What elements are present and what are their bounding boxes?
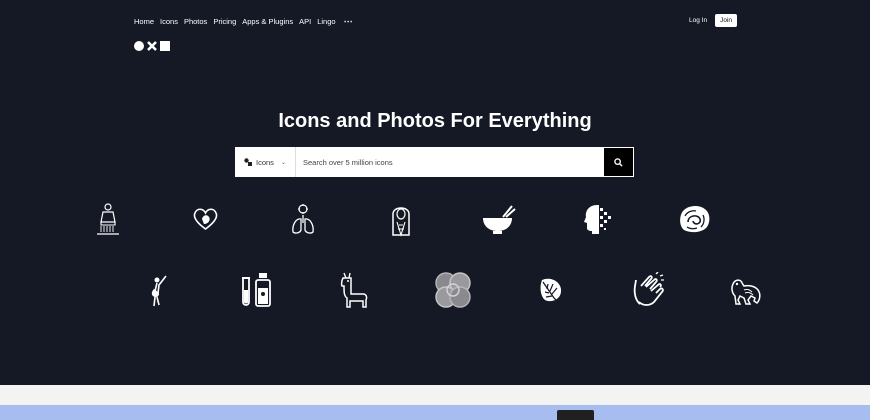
lungs-virus-icon[interactable] [290,203,316,241]
logo[interactable] [134,41,170,51]
nav-photos[interactable]: Photos [184,17,207,26]
nav-lingo[interactable]: Lingo [317,17,335,26]
brain-swirl-icon[interactable] [678,204,711,240]
cookie-accept-button[interactable] [557,410,594,420]
ai-head-icon[interactable] [583,203,613,240]
search-icon [614,157,623,167]
logo-circle-icon [134,41,144,51]
llama-icon[interactable] [340,272,368,313]
logo-square-icon [160,41,170,51]
nav-apps-plugins[interactable]: Apps & Plugins [242,17,293,26]
search-input[interactable] [296,147,603,177]
statue-icon[interactable] [95,203,121,242]
nav-api[interactable]: API [299,17,311,26]
auth-links: Log In Join [689,14,737,27]
bowl-chopsticks-icon[interactable] [482,205,516,240]
virgin-mary-icon[interactable] [389,202,413,242]
search-button[interactable] [604,148,633,176]
nav-home[interactable]: Home [134,17,154,26]
nav-more-icon[interactable]: ⋯ [344,16,353,27]
monstera-leaf-icon[interactable] [539,276,563,309]
dancer-icon[interactable] [147,275,167,312]
heart-planet-icon[interactable] [193,207,218,236]
logo-x-icon [147,41,157,51]
search-type-label: Icons [256,157,274,167]
hero-title: Icons and Photos For Everything [278,110,592,132]
test-tubes-icon[interactable] [240,272,274,313]
top-nav: Home Icons Photos Pricing Apps & Plugins… [134,13,359,29]
nav-pricing[interactable]: Pricing [213,17,236,26]
tribal-animal-icon[interactable] [730,276,762,311]
footer-band [0,385,870,405]
chevron-down-icon: ⌄ [280,159,286,166]
cookie-banner [0,405,870,420]
login-link[interactable]: Log In [689,17,707,24]
search-type-dropdown[interactable]: Icons ⌄ [235,147,296,177]
nav-icons[interactable]: Icons [160,17,178,26]
clapping-hands-icon[interactable] [632,271,666,313]
join-button[interactable]: Join [715,14,737,27]
rings-knot-icon[interactable] [434,271,472,314]
icons-type-icon [244,158,252,166]
search-bar: Icons ⌄ [235,147,634,177]
